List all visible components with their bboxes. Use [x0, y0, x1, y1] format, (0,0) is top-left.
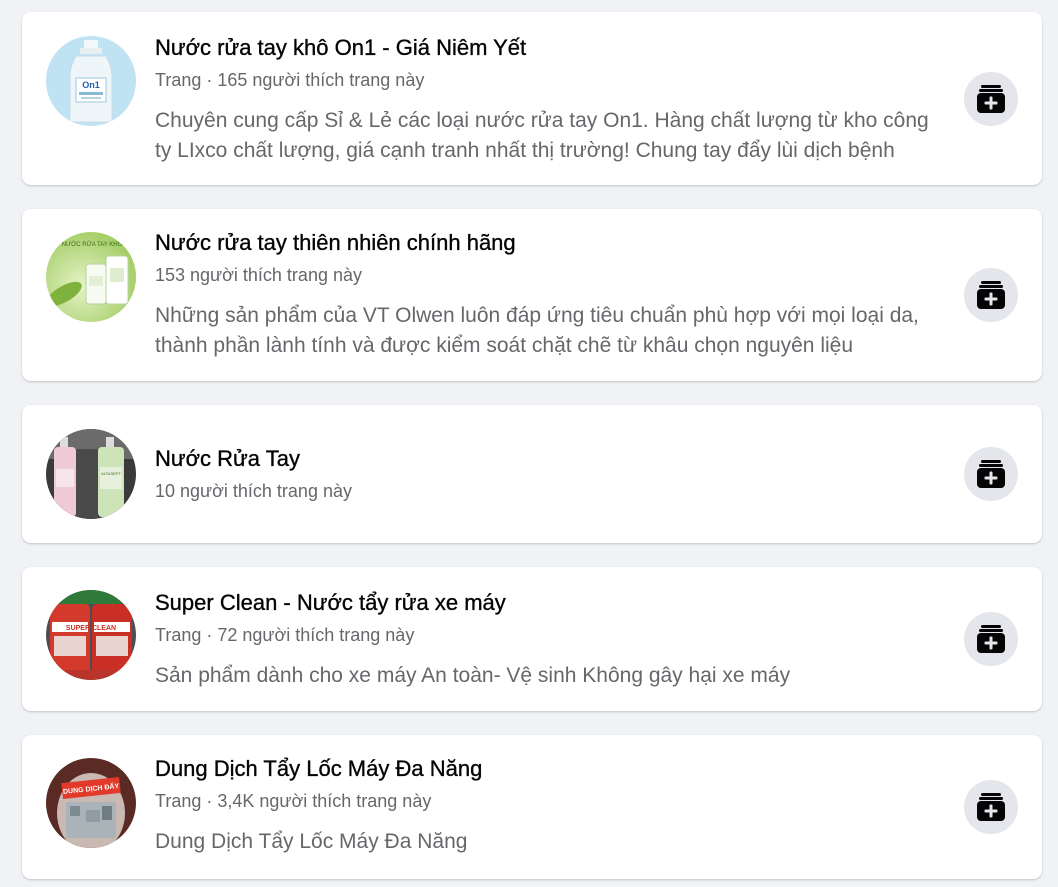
page-avatar[interactable]: ALTASEPT	[46, 429, 136, 519]
page-description: Những sản phẩm của VT Olwen luôn đáp ứng…	[155, 304, 919, 357]
like-page-button[interactable]	[964, 72, 1018, 126]
page-avatar[interactable]: DUNG DỊCH ĐẨY	[46, 758, 136, 848]
page-meta: Trang · 72 người thích trang này	[155, 625, 415, 645]
page-result-card: DUNG DỊCH ĐẨY Dung Dịch Tẩy Lốc Máy Đa N…	[22, 735, 1042, 879]
search-results-list: On1 Nước rửa tay khô On1 - Giá Niêm Yết …	[0, 0, 1058, 887]
avatar-brand-text: SUPER CLEAN	[66, 625, 116, 632]
page-description: Chuyên cung cấp Sỉ & Lẻ các loại nước rử…	[155, 109, 929, 162]
like-page-plus-icon	[977, 793, 1005, 821]
page-title-link[interactable]: Super Clean - Nước tẩy rửa xe máy	[155, 589, 947, 617]
page-title-link[interactable]: Nước rửa tay thiên nhiên chính hãng	[155, 229, 947, 257]
page-description: Dung Dịch Tẩy Lốc Máy Đa Năng	[155, 830, 468, 853]
avatar-brand-text: On1	[82, 80, 100, 90]
avatar-brand-text: ALTASEPT	[101, 471, 121, 476]
page-description: Sản phẩm dành cho xe máy An toàn- Vệ sin…	[155, 664, 791, 687]
page-avatar[interactable]: On1	[46, 36, 136, 126]
like-page-plus-icon	[977, 625, 1005, 653]
page-title-link[interactable]: Nước Rửa Tay	[155, 445, 947, 473]
like-page-plus-icon	[977, 85, 1005, 113]
page-meta: Trang · 3,4K người thích trang này	[155, 791, 432, 811]
page-title-link[interactable]: Dung Dịch Tẩy Lốc Máy Đa Năng	[155, 755, 947, 783]
page-avatar[interactable]: SUPER CLEAN	[46, 590, 136, 680]
page-title-link[interactable]: Nước rửa tay khô On1 - Giá Niêm Yết	[155, 34, 947, 62]
like-page-button[interactable]	[964, 268, 1018, 322]
page-result-card: On1 Nước rửa tay khô On1 - Giá Niêm Yết …	[22, 12, 1042, 185]
page-meta: 153 người thích trang này	[155, 265, 362, 285]
page-result-card: SUPER CLEAN Super Clean - Nước tẩy rửa x…	[22, 567, 1042, 711]
like-page-plus-icon	[977, 460, 1005, 488]
like-page-button[interactable]	[964, 612, 1018, 666]
page-avatar[interactable]: NƯỚC RỬA TAY KHÔ	[46, 232, 136, 322]
page-result-card: ALTASEPT Nước Rửa Tay 10 người thích tra…	[22, 405, 1042, 543]
like-page-plus-icon	[977, 281, 1005, 309]
page-meta: Trang · 165 người thích trang này	[155, 70, 425, 90]
like-page-button[interactable]	[964, 447, 1018, 501]
avatar-brand-text: NƯỚC RỬA TAY KHÔ	[62, 241, 123, 248]
page-result-card: NƯỚC RỬA TAY KHÔ Nước rửa tay thiên nhiê…	[22, 209, 1042, 381]
page-meta: 10 người thích trang này	[155, 481, 352, 501]
like-page-button[interactable]	[964, 780, 1018, 834]
